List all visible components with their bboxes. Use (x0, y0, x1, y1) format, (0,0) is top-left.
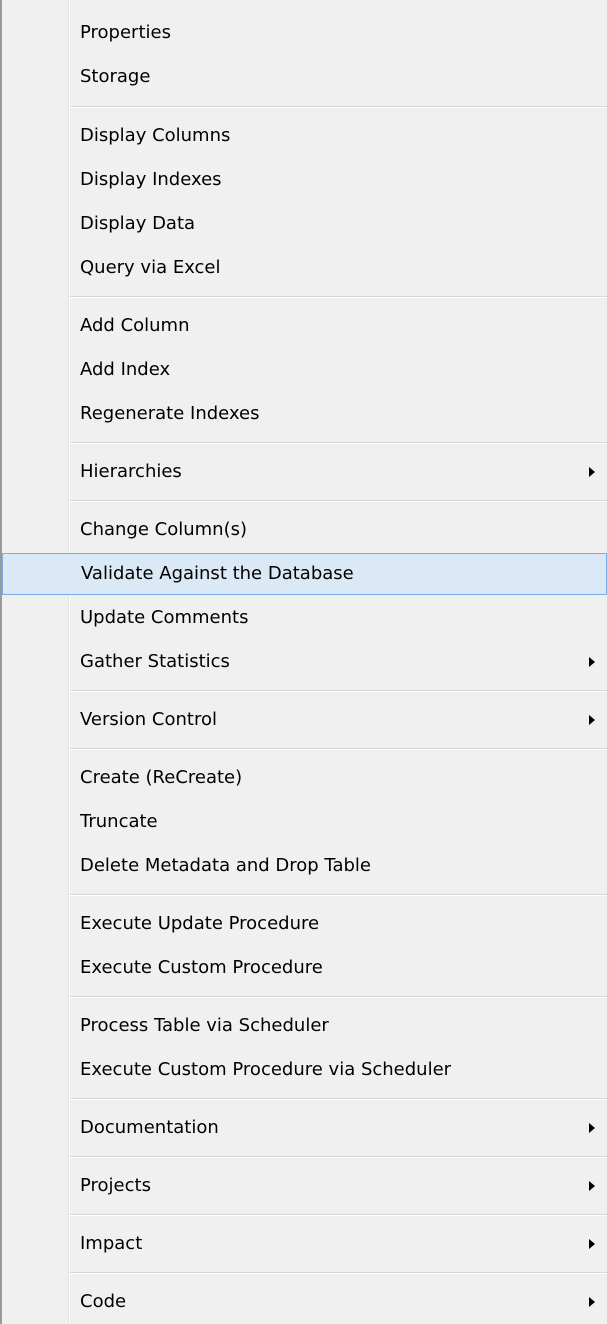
menu-item-regenerate-indexes[interactable]: Regenerate Indexes (2, 395, 607, 433)
menu-item-label: Code (80, 1291, 127, 1312)
menu-item-add-index[interactable]: Add Index (2, 351, 607, 389)
menu-item-create-recreate[interactable]: Create (ReCreate) (2, 759, 607, 797)
submenu-arrow-icon (589, 1239, 595, 1249)
menu-item-label: Query via Excel (80, 257, 221, 278)
menu-item-label: Hierarchies (80, 461, 182, 482)
menu-item-label: Display Indexes (80, 169, 222, 190)
menu-separator (70, 894, 607, 896)
menu-item-delete-metadata-drop-table[interactable]: Delete Metadata and Drop Table (2, 847, 607, 885)
menu-separator (70, 1214, 607, 1216)
menu-item-display-indexes[interactable]: Display Indexes (2, 161, 607, 199)
menu-separator (70, 1156, 607, 1158)
menu-item-label: Gather Statistics (80, 651, 230, 672)
menu-item-execute-custom-procedure-via-scheduler[interactable]: Execute Custom Procedure via Scheduler (2, 1051, 607, 1089)
menu-separator (70, 748, 607, 750)
menu-item-query-via-excel[interactable]: Query via Excel (2, 249, 607, 287)
menu-item-label: Execute Custom Procedure via Scheduler (80, 1059, 452, 1080)
menu-item-label: Regenerate Indexes (80, 403, 260, 424)
menu-separator (70, 1272, 607, 1274)
menu-item-execute-custom-procedure[interactable]: Execute Custom Procedure (2, 949, 607, 987)
menu-item-label: Update Comments (80, 607, 249, 628)
menu-item-properties[interactable]: Properties (2, 14, 607, 52)
menu-item-execute-update-procedure[interactable]: Execute Update Procedure (2, 905, 607, 943)
menu-separator (70, 296, 607, 298)
menu-item-label: Truncate (80, 811, 158, 832)
menu-item-add-column[interactable]: Add Column (2, 307, 607, 345)
menu-item-label: Add Column (80, 315, 190, 336)
menu-item-label: Storage (80, 66, 151, 87)
menu-item-display-data[interactable]: Display Data (2, 205, 607, 243)
menu-item-label: Process Table via Scheduler (80, 1015, 329, 1036)
menu-item-documentation[interactable]: Documentation (2, 1109, 607, 1147)
menu-item-label: Properties (80, 22, 171, 43)
menu-separator (70, 106, 607, 108)
context-menu: Properties Storage Display Columns Displ… (0, 0, 607, 1324)
menu-item-label: Create (ReCreate) (80, 767, 243, 788)
menu-item-process-table-via-scheduler[interactable]: Process Table via Scheduler (2, 1007, 607, 1045)
menu-separator (70, 500, 607, 502)
menu-separator (70, 690, 607, 692)
menu-item-projects[interactable]: Projects (2, 1167, 607, 1205)
menu-separator (70, 442, 607, 444)
menu-item-label: Display Data (80, 213, 196, 234)
submenu-arrow-icon (589, 1297, 595, 1307)
menu-item-label: Display Columns (80, 125, 231, 146)
menu-item-hierarchies[interactable]: Hierarchies (2, 453, 607, 491)
menu-item-update-comments[interactable]: Update Comments (2, 599, 607, 637)
menu-item-gather-statistics[interactable]: Gather Statistics (2, 643, 607, 681)
menu-item-impact[interactable]: Impact (2, 1225, 607, 1263)
submenu-arrow-icon (589, 1181, 595, 1191)
menu-separator (70, 996, 607, 998)
menu-item-storage[interactable]: Storage (2, 58, 607, 96)
menu-item-display-columns[interactable]: Display Columns (2, 117, 607, 155)
submenu-arrow-icon (589, 657, 595, 667)
menu-item-label: Version Control (80, 709, 217, 730)
menu-item-label: Change Column(s) (80, 519, 247, 540)
submenu-arrow-icon (589, 1123, 595, 1133)
menu-item-label: Impact (80, 1233, 143, 1254)
submenu-arrow-icon (589, 467, 595, 477)
submenu-arrow-icon (589, 715, 595, 725)
menu-item-label: Validate Against the Database (81, 563, 354, 584)
menu-item-version-control[interactable]: Version Control (2, 701, 607, 739)
menu-item-label: Documentation (80, 1117, 219, 1138)
menu-item-label: Delete Metadata and Drop Table (80, 855, 371, 876)
menu-item-label: Add Index (80, 359, 171, 380)
menu-item-label: Projects (80, 1175, 151, 1196)
menu-item-change-columns[interactable]: Change Column(s) (2, 511, 607, 549)
menu-item-code[interactable]: Code (2, 1283, 607, 1321)
menu-item-label: Execute Update Procedure (80, 913, 320, 934)
menu-item-validate-against-database[interactable]: Validate Against the Database (2, 553, 607, 595)
menu-separator (70, 1098, 607, 1100)
menu-item-truncate[interactable]: Truncate (2, 803, 607, 841)
menu-item-label: Execute Custom Procedure (80, 957, 323, 978)
